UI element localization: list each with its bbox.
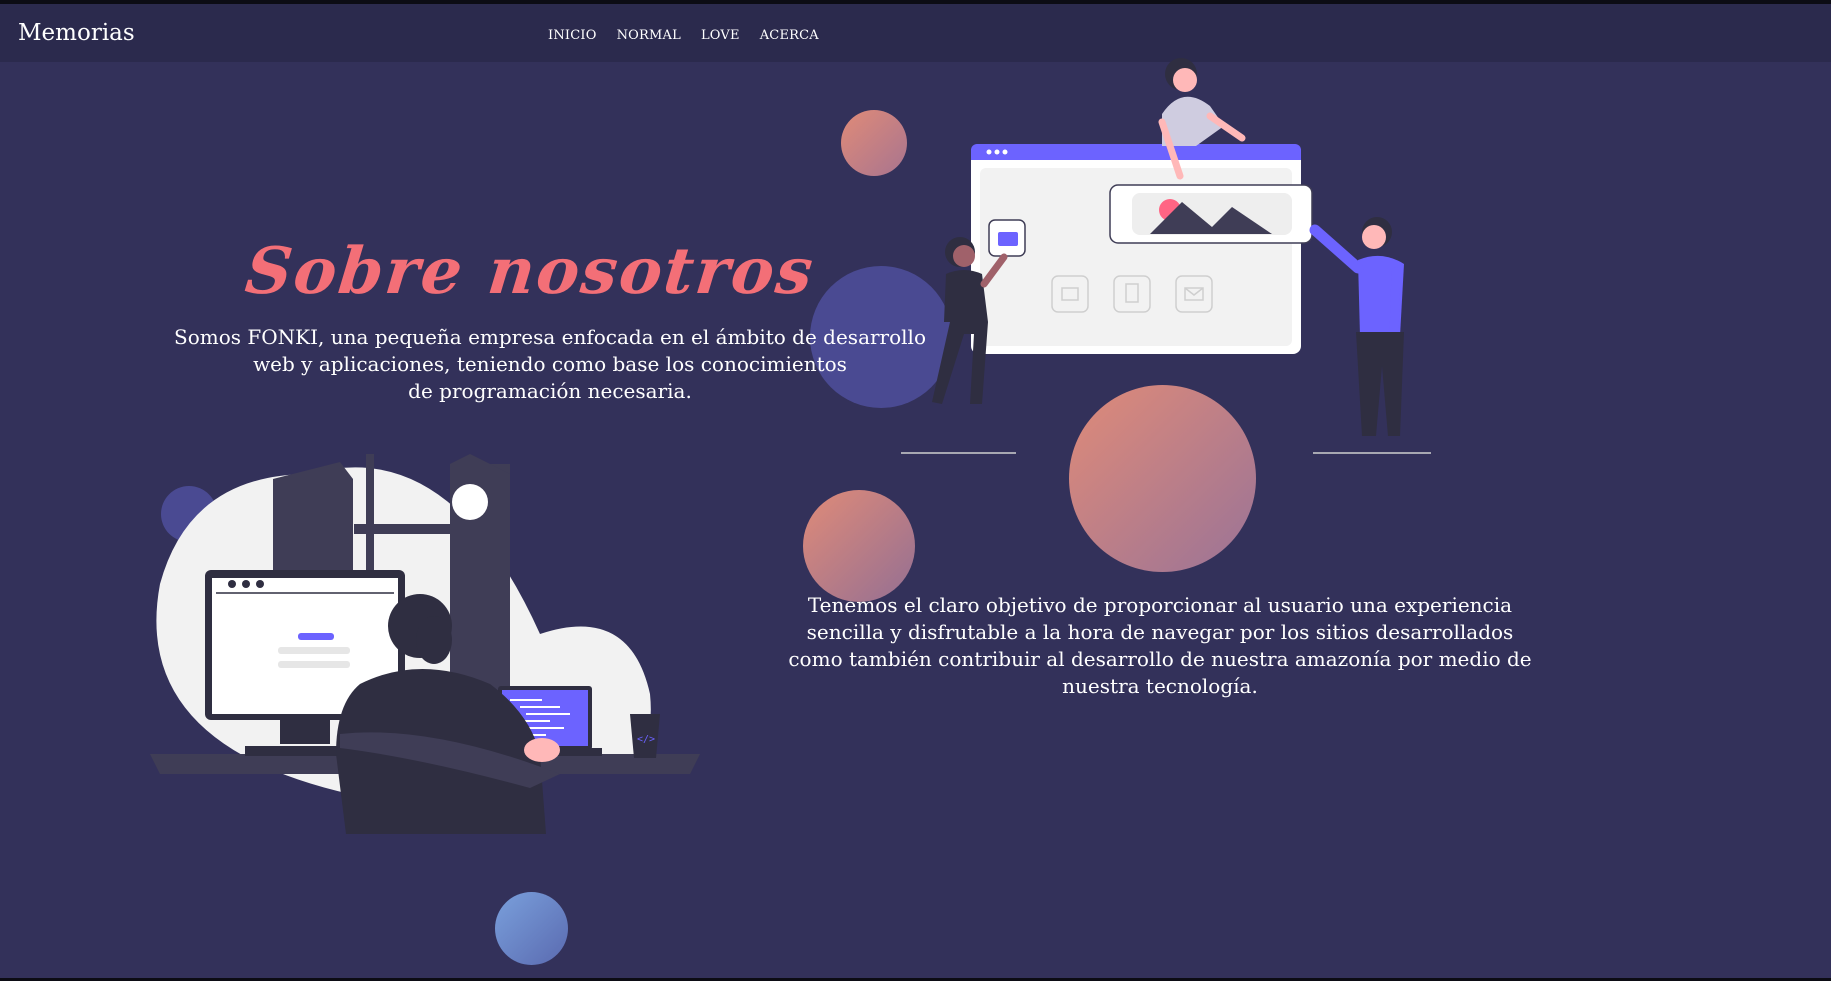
nav-love[interactable]: LOVE [701,28,740,43]
goal-line: como también contribuir al desarrollo de… [788,647,1532,671]
brand-logo[interactable]: Memorias [18,20,135,46]
goal-paragraph: Tenemos el claro objetivo de proporciona… [780,592,1540,700]
page-title: Sobre nosotros [241,234,819,309]
decor-circle [495,892,568,965]
intro-line: web y aplicaciones, teniendo como base l… [253,352,847,376]
decor-circle [803,490,915,602]
intro-line: de programación necesaria. [408,379,692,403]
nav-acerca[interactable]: ACERCA [760,28,819,43]
svg-text:</>: </> [637,734,655,745]
team-building-website-illustration [901,58,1431,454]
intro-line: Somos FONKI, una pequeña empresa enfocad… [174,325,926,349]
nav-normal[interactable]: NORMAL [617,28,681,43]
goal-line: sencilla y disfrutable a la hora de nave… [806,620,1514,644]
nav-inicio[interactable]: INICIO [548,28,597,43]
decor-circle [841,110,907,176]
page: Memorias INICIO NORMAL LOVE ACERCA </> S… [0,4,1831,978]
intro-paragraph: Somos FONKI, una pequeña empresa enfocad… [160,324,940,405]
goal-line: nuestra tecnología. [1062,674,1258,698]
developer-at-desk-illustration: </> [150,454,700,834]
goal-line: Tenemos el claro objetivo de proporciona… [807,593,1513,617]
main-nav: INICIO NORMAL LOVE ACERCA [548,28,839,43]
